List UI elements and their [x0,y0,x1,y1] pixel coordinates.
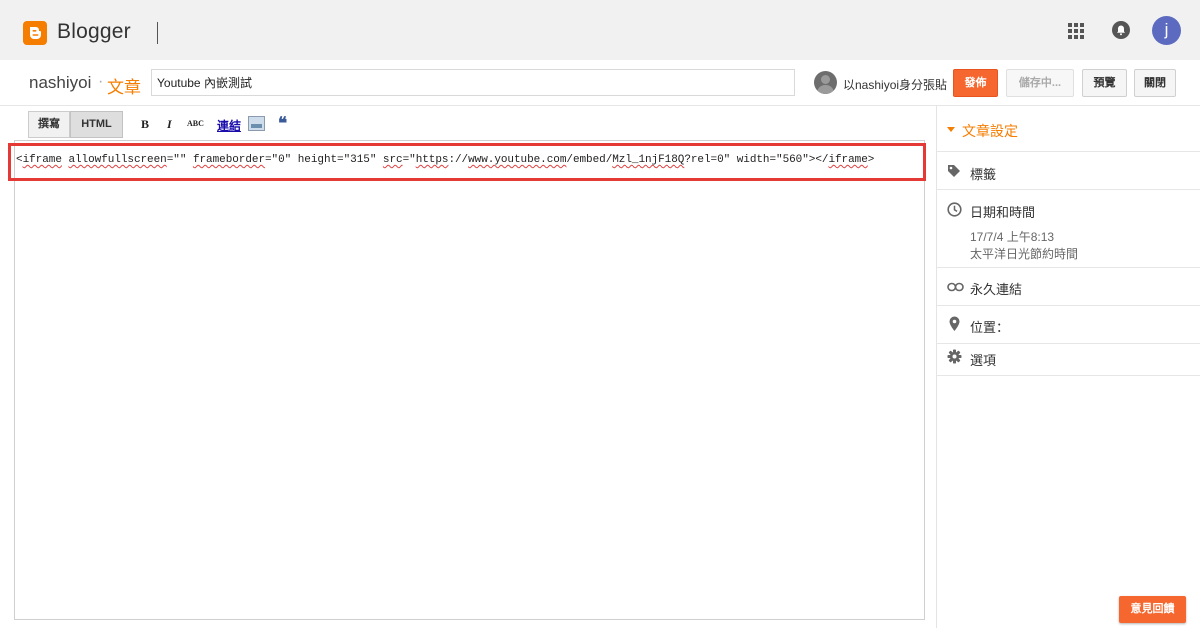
sidebar-item-permalink[interactable]: 永久連結 [937,268,1200,306]
save-button[interactable]: 儲存中... [1006,69,1074,97]
italic-button[interactable]: I [167,117,172,132]
location-label: 位置： [970,320,1010,335]
blogger-logo-icon[interactable] [23,21,47,45]
author-avatar [814,71,837,94]
gear-icon [947,349,962,364]
options-label: 選項 [970,353,997,368]
labels-label: 標籤 [970,167,997,182]
brand-name[interactable]: Blogger [57,20,131,44]
user-avatar[interactable]: j [1152,16,1181,45]
feedback-button[interactable]: 意見回饋 [1119,596,1186,623]
author-label[interactable]: 以nashiyoi身分張貼 [843,76,947,93]
location-pin-icon [949,316,960,331]
post-header: nashiyoi · 文章 以nashiyoi身分張貼 發佈 儲存中... 預覽… [0,60,1200,106]
publish-button[interactable]: 發佈 [953,69,998,97]
highlight-annotation-box [8,143,926,181]
datetime-label: 日期和時間 [970,205,1036,220]
post-settings-title: 文章設定 [962,123,1018,139]
close-button[interactable]: 關閉 [1134,69,1176,97]
sidebar-item-datetime[interactable]: 日期和時間 17/7/4 上午8:13 太平洋日光節約時間 [937,190,1200,268]
section-name[interactable]: 文章 [107,73,141,98]
preview-button[interactable]: 預覽 [1082,69,1127,97]
link-button[interactable]: 連結 [217,117,241,134]
tab-html[interactable]: HTML [70,111,123,138]
apps-grid-icon[interactable] [1068,23,1084,39]
topbar-divider [157,22,158,44]
notification-bell-icon[interactable] [1112,21,1130,39]
editor-toolbar: 撰寫 HTML B I ABC 連結 ❝ [14,106,926,140]
tag-icon [948,165,960,177]
post-title-input[interactable] [151,69,795,96]
link-icon [947,282,964,292]
caret-down-icon [947,127,955,132]
blockquote-button[interactable]: ❝ [278,114,287,134]
top-bar: Blogger j [0,0,1200,60]
blog-name[interactable]: nashiyoi [29,73,91,93]
sidebar-item-labels[interactable]: 標籤 [937,152,1200,190]
html-editor[interactable]: <iframe allowfullscreen="" frameborder="… [14,140,925,620]
timezone-value: 太平洋日光節約時間 [970,247,1079,261]
sidebar-item-location[interactable]: 位置： [937,306,1200,344]
date-value: 17/7/4 上午8:13 [970,230,1055,244]
bold-button[interactable]: B [141,117,149,132]
clock-icon [947,202,962,217]
post-settings-header[interactable]: 文章設定 [937,106,1200,152]
permalink-label: 永久連結 [970,282,1023,297]
insert-image-icon[interactable] [248,116,265,131]
spellcheck-button[interactable]: ABC [187,119,204,128]
sidebar-item-options[interactable]: 選項 [937,344,1200,376]
tab-compose[interactable]: 撰寫 [28,111,70,138]
breadcrumb-separator: · [98,73,104,90]
post-settings-sidebar: 文章設定 標籤 日期和時間 17/7/4 上午8:13 太平洋日光節約時間 永久… [937,106,1200,628]
